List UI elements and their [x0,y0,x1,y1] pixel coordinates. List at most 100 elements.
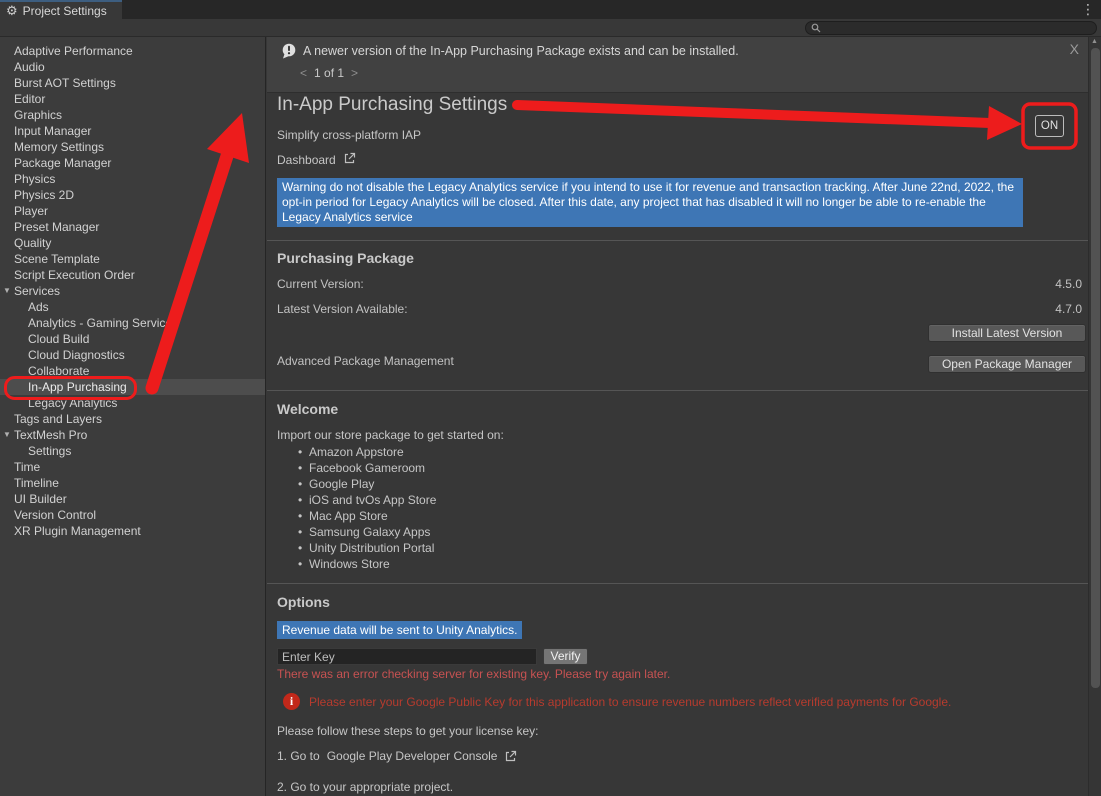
google-play-console-link[interactable]: Google Play Developer Console [327,749,498,763]
banner-message: A newer version of the In-App Purchasing… [303,44,739,58]
foldout-triangle-icon[interactable]: ▼ [3,427,11,443]
latest-version-value: 4.7.0 [1055,302,1082,316]
sidebar-item-legacy-analytics[interactable]: ▼ Legacy Analytics [0,395,265,411]
search-box[interactable] [805,21,1097,35]
sidebar-item-physics-2d[interactable]: ▼ Physics 2D [0,187,265,203]
sidebar-item-time[interactable]: ▼ Time [0,459,265,475]
sidebar-item-collaborate[interactable]: ▼ Collaborate [0,363,265,379]
sidebar-item-services[interactable]: ▼ Services [0,283,265,299]
sidebar-item-package-manager[interactable]: ▼ Package Manager [0,155,265,171]
sidebar-item-analytics-gaming-services[interactable]: ▼ Analytics - Gaming Services [0,315,265,331]
sidebar-item-ads[interactable]: ▼ Ads [0,299,265,315]
sidebar-item-audio[interactable]: ▼ Audio [0,59,265,75]
project-settings-window: ⚙ Project Settings ⋮ ▼ Adaptive Performa… [0,0,1101,796]
sidebar-item-input-manager[interactable]: ▼ Input Manager [0,123,265,139]
step1-prefix: 1. Go to [277,749,320,763]
gear-icon: ⚙ [6,4,18,17]
scrollbar-thumb[interactable] [1091,48,1100,688]
sidebar-item-settings[interactable]: ▼ Settings [0,443,265,459]
open-package-manager-button[interactable]: Open Package Manager [928,355,1086,373]
key-check-error-text: There was an error checking server for e… [277,667,670,681]
title-bar: ⚙ Project Settings ⋮ [0,0,1101,19]
sidebar-item-in-app-purchasing[interactable]: ▼ In-App Purchasing [0,379,265,395]
store-item-amazon-appstore: Amazon Appstore [295,444,436,460]
page-title: In-App Purchasing Settings [277,94,507,116]
advanced-package-management-label: Advanced Package Management [277,354,454,368]
body-area: ▼ Adaptive Performance ▼ Audio ▼ Burst A… [0,37,1101,796]
store-item-windows-store: Windows Store [295,556,436,572]
revenue-note-badge: Revenue data will be sent to Unity Analy… [277,621,522,639]
external-link-icon[interactable] [504,750,517,763]
external-link-icon [343,152,356,168]
legacy-analytics-warning: Warning do not disable the Legacy Analyt… [277,178,1023,227]
license-step-1: 1. Go to Google Play Developer Console [277,749,517,763]
sidebar-item-player[interactable]: ▼ Player [0,203,265,219]
kebab-menu-icon[interactable]: ⋮ [1081,1,1095,18]
error-info-icon: i [283,693,300,710]
sidebar-item-cloud-build[interactable]: ▼ Cloud Build [0,331,265,347]
sidebar-item-adaptive-performance[interactable]: ▼ Adaptive Performance [0,43,265,59]
welcome-heading: Welcome [277,401,338,417]
search-icon [811,23,821,33]
sidebar-item-physics[interactable]: ▼ Physics [0,171,265,187]
sidebar-item-quality[interactable]: ▼ Quality [0,235,265,251]
current-version-value: 4.5.0 [1055,277,1082,291]
sidebar-item-tags-and-layers[interactable]: ▼ Tags and Layers [0,411,265,427]
tab-project-settings[interactable]: ⚙ Project Settings [0,0,122,19]
in-app-purchasing-panel: A newer version of the In-App Purchasing… [267,37,1088,796]
store-item-samsung-galaxy-apps: Samsung Galaxy Apps [295,524,436,540]
section-divider [267,390,1088,391]
simplify-iap-label: Simplify cross-platform IAP [277,128,421,142]
sidebar-item-ui-builder[interactable]: ▼ UI Builder [0,491,265,507]
scroll-up-icon[interactable]: ▲ [1091,38,1098,45]
store-item-mac-app-store: Mac App Store [295,508,436,524]
console-info-icon [281,43,297,62]
sidebar-item-burst-aot-settings[interactable]: ▼ Burst AOT Settings [0,75,265,91]
sidebar-item-graphics[interactable]: ▼ Graphics [0,107,265,123]
banner-pager: < 1 of 1 > [300,66,358,80]
notification-banner: A newer version of the In-App Purchasing… [267,37,1088,93]
banner-close-button[interactable]: X [1070,41,1079,57]
purchasing-package-heading: Purchasing Package [277,250,414,266]
store-item-google-play: Google Play [295,476,436,492]
dashboard-link[interactable]: Dashboard [277,152,356,168]
google-key-note: Please enter your Google Public Key for … [309,693,951,709]
sidebar-item-scene-template[interactable]: ▼ Scene Template [0,251,265,267]
sidebar-item-editor[interactable]: ▼ Editor [0,91,265,107]
pager-prev-button[interactable]: < [300,66,307,80]
toolbar [0,19,1101,37]
license-steps-intro: Please follow these steps to get your li… [277,724,538,738]
store-item-ios-and-tvos-app-store: iOS and tvOs App Store [295,492,436,508]
pager-next-button[interactable]: > [351,66,358,80]
sidebar-item-xr-plugin-management[interactable]: ▼ XR Plugin Management [0,523,265,539]
google-key-note-row: i Please enter your Google Public Key fo… [283,693,951,710]
options-heading: Options [277,594,330,610]
section-divider [267,240,1088,241]
section-divider [267,583,1088,584]
sidebar-item-version-control[interactable]: ▼ Version Control [0,507,265,523]
current-version-row: Current Version: 4.5.0 [277,277,1082,291]
store-item-unity-distribution-portal: Unity Distribution Portal [295,540,436,556]
service-on-toggle[interactable]: ON [1035,115,1064,137]
sidebar-item-memory-settings[interactable]: ▼ Memory Settings [0,139,265,155]
sidebar-item-script-execution-order[interactable]: ▼ Script Execution Order [0,267,265,283]
vertical-scrollbar[interactable]: ▲ [1088,37,1101,796]
dashboard-label: Dashboard [277,153,336,167]
install-latest-version-button[interactable]: Install Latest Version [928,324,1086,342]
sidebar-item-cloud-diagnostics[interactable]: ▼ Cloud Diagnostics [0,347,265,363]
google-key-input[interactable] [277,648,537,665]
latest-version-label: Latest Version Available: [277,302,408,316]
license-step-2: 2. Go to your appropriate project. [277,780,453,794]
current-version-label: Current Version: [277,277,364,291]
verify-button[interactable]: Verify [543,648,588,665]
settings-sidebar: ▼ Adaptive Performance ▼ Audio ▼ Burst A… [0,37,266,796]
store-list: Amazon Appstore Facebook Gameroom Google… [295,444,436,572]
foldout-triangle-icon[interactable]: ▼ [3,283,11,299]
latest-version-row: Latest Version Available: 4.7.0 [277,302,1082,316]
sidebar-item-textmesh-pro[interactable]: ▼ TextMesh Pro [0,427,265,443]
search-input[interactable] [824,22,1091,34]
store-item-facebook-gameroom: Facebook Gameroom [295,460,436,476]
pager-label: 1 of 1 [314,66,344,80]
sidebar-item-timeline[interactable]: ▼ Timeline [0,475,265,491]
sidebar-item-preset-manager[interactable]: ▼ Preset Manager [0,219,265,235]
